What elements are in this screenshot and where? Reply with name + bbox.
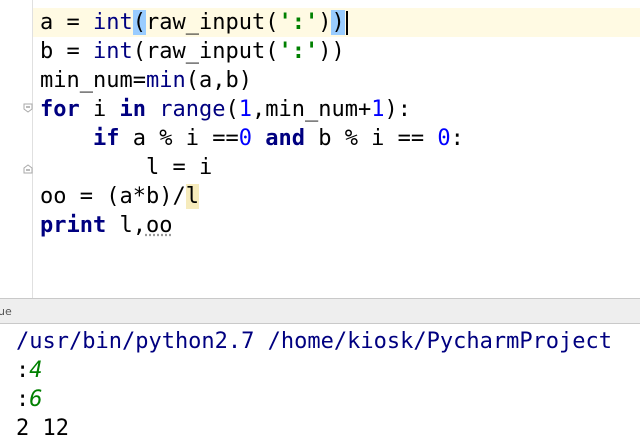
code-text: ,min_num+ xyxy=(251,97,372,122)
string-literal: ':' xyxy=(278,39,319,64)
code-text-warning: oo xyxy=(145,213,173,238)
builtin-range: range xyxy=(159,97,226,122)
number-literal: 0 xyxy=(238,126,252,151)
code-text: )) xyxy=(318,39,345,64)
code-line-4[interactable]: for i in range(1,min_num+1): xyxy=(40,95,411,124)
console-input-line-2[interactable]: :6 xyxy=(16,385,43,414)
keyword-print: print xyxy=(40,213,107,238)
editor-gutter xyxy=(0,0,33,298)
code-text: oo = (a*b)/ xyxy=(40,184,186,209)
run-console[interactable]: /usr/bin/python2.7 /home/kiosk/PycharmPr… xyxy=(0,324,640,436)
number-literal: 1 xyxy=(238,97,252,122)
paren-match-open: ( xyxy=(132,10,146,35)
code-text: a % i == xyxy=(119,126,239,151)
console-command-line: /usr/bin/python2.7 /home/kiosk/PycharmPr… xyxy=(16,329,613,354)
console-user-input: 4 xyxy=(29,358,43,383)
text-caret xyxy=(345,11,348,35)
code-text: ( xyxy=(132,39,146,64)
code-line-7[interactable]: oo = (a*b)/l xyxy=(40,182,199,211)
keyword-and: and xyxy=(265,126,305,151)
code-text: b = xyxy=(40,39,93,64)
number-literal: 1 xyxy=(371,97,385,122)
code-text: min_num= xyxy=(40,68,146,93)
number-literal: 0 xyxy=(437,126,451,151)
code-text: l = i xyxy=(145,155,213,180)
console-prompt: : xyxy=(16,358,30,383)
code-text: ) xyxy=(318,10,332,35)
paren-match-close: ) xyxy=(331,10,345,35)
code-line-8[interactable]: print l,oo xyxy=(40,211,172,240)
code-line-3[interactable]: min_num=min(a,b) xyxy=(40,66,252,95)
fold-end-icon[interactable] xyxy=(23,164,33,174)
code-line-5[interactable]: if a % i ==0 and b % i == 0: xyxy=(40,124,464,153)
code-text: l, xyxy=(106,213,146,238)
code-text: i xyxy=(79,97,120,122)
code-editor[interactable]: a = int(raw_input(':')) b = int(raw_inpu… xyxy=(0,0,640,298)
code-text: raw_input xyxy=(145,10,266,35)
code-text: (a,b) xyxy=(185,68,252,93)
run-panel-header[interactable]: ue xyxy=(0,298,640,324)
code-text: raw_input xyxy=(145,39,266,64)
console-prompt: : xyxy=(16,387,30,412)
code-text: a = xyxy=(40,10,93,35)
fold-open-icon[interactable] xyxy=(23,103,33,113)
keyword-if: if xyxy=(92,126,120,151)
string-literal: ':' xyxy=(278,10,319,35)
builtin-min: min xyxy=(145,68,186,93)
console-output-line: 2 12 xyxy=(16,416,69,436)
code-text: b % i == xyxy=(304,126,438,151)
code-text: ): xyxy=(384,97,411,122)
keyword-in: in xyxy=(119,97,147,122)
console-user-input: 6 xyxy=(29,387,43,412)
run-panel-label: ue xyxy=(0,305,12,318)
code-line-6[interactable]: l = i xyxy=(40,153,212,182)
keyword-for: for xyxy=(40,97,80,122)
code-line-2[interactable]: b = int(raw_input(':')) xyxy=(40,37,345,66)
code-text: : xyxy=(450,126,464,151)
code-text: ( xyxy=(265,39,279,64)
variable-usage-highlight: l xyxy=(185,184,199,209)
builtin-int: int xyxy=(92,39,133,64)
builtin-int: int xyxy=(92,10,133,35)
code-text: ( xyxy=(265,10,279,35)
console-input-line-1[interactable]: :4 xyxy=(16,356,43,385)
code-line-1[interactable]: a = int(raw_input(':')) xyxy=(40,8,348,37)
code-text: ( xyxy=(225,97,239,122)
